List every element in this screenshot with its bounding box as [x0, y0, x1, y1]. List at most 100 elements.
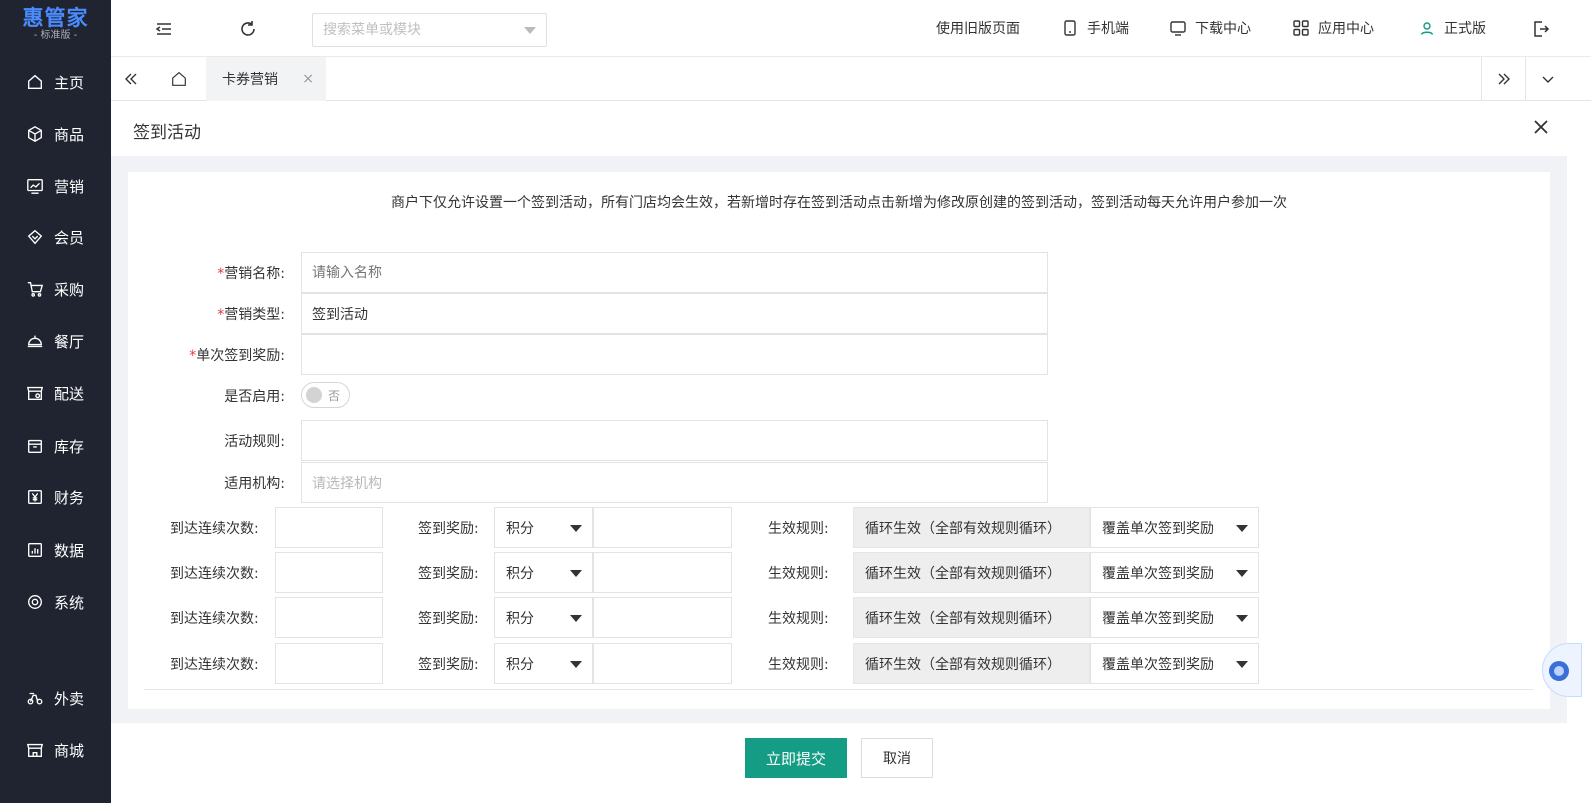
tab-coupon-marketing[interactable]: 卡券营销 × [206, 57, 326, 101]
rules-field[interactable] [301, 420, 1048, 461]
sidebar-item-label: 商城 [54, 741, 85, 760]
diamond-icon [27, 229, 43, 245]
submit-button[interactable]: 立即提交 [745, 738, 847, 778]
close-icon[interactable] [1531, 117, 1551, 137]
reward-type-label: 签到奖励: [418, 657, 479, 673]
sidebar-item-products[interactable]: 商品 [0, 114, 111, 154]
page-header: 签到活动 [111, 101, 1567, 156]
toggle-state: 否 [328, 389, 341, 403]
cover-select[interactable]: 覆盖单次签到奖励 [1090, 507, 1259, 548]
rule-value: 循环生效（全部有效规则循环） [853, 597, 1090, 638]
type-label: *营销类型: [217, 304, 285, 324]
sidebar-item-purchase[interactable]: 采购 [0, 269, 111, 309]
reward-type-select[interactable]: 积分 [494, 507, 593, 548]
count-input[interactable] [275, 552, 383, 593]
settings-icon [28, 595, 42, 609]
sidebar-item-data[interactable]: 数据 [0, 530, 111, 570]
home-tab-button[interactable] [159, 57, 199, 101]
sidebar-item-restaurant[interactable]: 餐厅 [0, 321, 111, 361]
chevron-down-icon[interactable] [524, 27, 536, 34]
name-label: *营销名称: [217, 263, 285, 283]
apps-grid-icon [1293, 20, 1309, 36]
sidebar-item-mall[interactable]: 商城 [0, 730, 111, 770]
reward-type-select[interactable]: 积分 [494, 643, 593, 684]
caret-down-icon [1236, 615, 1248, 622]
reward-amount-input[interactable] [593, 643, 732, 684]
old-page-link[interactable]: 使用旧版页面 [936, 18, 1020, 38]
menu-search[interactable] [312, 13, 547, 47]
logout-icon[interactable] [1530, 18, 1552, 40]
version-link[interactable]: 正式版 [1418, 18, 1486, 38]
rule-value: 循环生效（全部有效规则循环） [853, 643, 1090, 684]
sidebar-item-label: 营销 [54, 177, 85, 196]
cancel-button[interactable]: 取消 [861, 738, 933, 778]
reward-field[interactable] [301, 334, 1048, 375]
reward-type-value: 积分 [506, 610, 534, 627]
scroll-tabs-left-button[interactable] [111, 57, 151, 101]
app-center-link[interactable]: 应用中心 [1292, 18, 1374, 38]
sidebar-item-label: 数据 [54, 541, 85, 560]
sidebar-item-delivery[interactable]: 配送 [0, 373, 111, 413]
reward-type-value: 积分 [506, 565, 534, 582]
rules-label: 活动规则: [224, 434, 285, 450]
name-input[interactable] [301, 252, 1048, 293]
cover-value: 覆盖单次签到奖励 [1102, 656, 1214, 673]
sidebar-item-system[interactable]: 系统 [0, 582, 111, 622]
cover-value: 覆盖单次签到奖励 [1102, 565, 1214, 582]
tab-menu-dropdown[interactable] [1525, 57, 1569, 101]
sidebar-item-takeout[interactable]: 外卖 [0, 678, 111, 718]
count-input[interactable] [275, 597, 383, 638]
scrollbar[interactable] [1567, 101, 1591, 803]
count-input[interactable] [275, 643, 383, 684]
close-icon[interactable]: × [302, 71, 314, 87]
app-center-label: 应用中心 [1318, 21, 1374, 37]
label-text: 营销名称: [224, 266, 285, 282]
reward-type-select[interactable]: 积分 [494, 552, 593, 593]
reward-amount-input[interactable] [593, 552, 732, 593]
reward-type-label: 签到奖励: [418, 611, 479, 627]
scroll-tabs-right-button[interactable] [1481, 57, 1525, 101]
home-icon [28, 74, 42, 89]
cover-select[interactable]: 覆盖单次签到奖励 [1090, 552, 1259, 593]
cover-select[interactable]: 覆盖单次签到奖励 [1090, 597, 1259, 638]
enable-toggle[interactable]: 否 [301, 382, 350, 408]
sidebar-item-label: 财务 [54, 488, 85, 507]
rule-label: 生效规则: [768, 657, 829, 673]
reward-label: *单次签到奖励: [189, 345, 285, 365]
caret-down-icon [1236, 570, 1248, 577]
rule-value: 循环生效（全部有效规则循环） [853, 507, 1090, 548]
chart-icon [27, 179, 43, 194]
type-field[interactable]: 签到活动 [301, 293, 1048, 334]
count-input[interactable] [275, 507, 383, 548]
enable-label: 是否启用: [224, 389, 285, 405]
reward-amount-input[interactable] [593, 507, 732, 548]
chevron-down-icon [1542, 76, 1553, 83]
scooter-icon [27, 692, 43, 705]
brand-logo[interactable]: 惠管家 - 标准版 - [0, 0, 111, 50]
home-icon [172, 71, 186, 86]
divider [144, 689, 1534, 690]
download-center-link[interactable]: 下载中心 [1169, 18, 1251, 38]
mobile-link[interactable]: 手机端 [1061, 18, 1129, 38]
yen-icon [28, 490, 42, 504]
collapse-menu-icon[interactable] [153, 18, 175, 40]
sidebar-item-inventory[interactable]: 库存 [0, 426, 111, 466]
store-icon [26, 386, 44, 400]
label-text: 单次签到奖励: [196, 348, 285, 364]
caret-down-icon [570, 570, 582, 577]
org-select[interactable]: 请选择机构 [301, 462, 1048, 503]
reward-amount-input[interactable] [593, 597, 732, 638]
reward-type-select[interactable]: 积分 [494, 597, 593, 638]
sidebar-item-home[interactable]: 主页 [0, 62, 111, 102]
caret-down-icon [1236, 525, 1248, 532]
sidebar-item-finance[interactable]: 财务 [0, 477, 111, 517]
search-input[interactable] [323, 22, 513, 38]
cover-select[interactable]: 覆盖单次签到奖励 [1090, 643, 1259, 684]
sidebar-item-marketing[interactable]: 营销 [0, 166, 111, 206]
reward-type-value: 积分 [506, 656, 534, 673]
sidebar: 惠管家 - 标准版 - 主页 商品 营销 会员 采购 餐厅 配送 库存 财务 数… [0, 0, 111, 803]
refresh-icon[interactable] [237, 18, 259, 40]
sidebar-item-members[interactable]: 会员 [0, 217, 111, 257]
sidebar-item-label: 会员 [54, 228, 85, 247]
count-label: 到达连续次数: [170, 611, 259, 627]
